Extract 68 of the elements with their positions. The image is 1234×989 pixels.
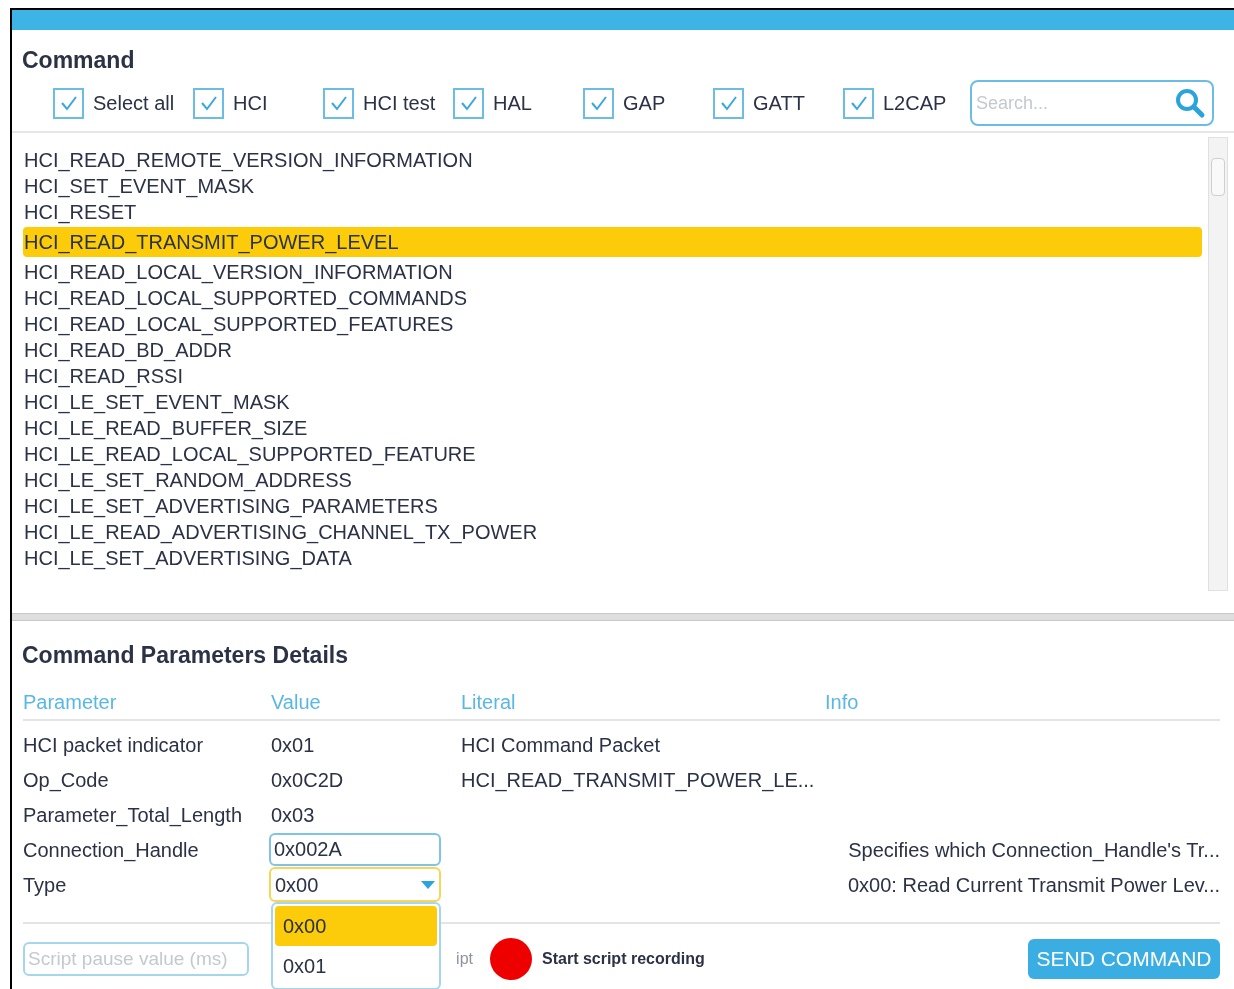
check-icon xyxy=(199,95,218,111)
value-field[interactable]: 0x002A xyxy=(269,833,441,866)
check-icon xyxy=(719,95,738,111)
parameters-title: Command Parameters Details xyxy=(22,641,349,669)
command-item[interactable]: HCI_READ_REMOTE_VERSION_INFORMATION xyxy=(23,147,1202,173)
filter-label: Select all xyxy=(93,91,175,116)
scrollbar[interactable] xyxy=(1208,137,1228,591)
parameter-value: 0x03 xyxy=(271,803,315,826)
dropdown-option[interactable]: 0x01 xyxy=(275,946,437,986)
checkbox[interactable] xyxy=(193,87,224,119)
parameter-info: Specifies which Connection_Handle's Tr... xyxy=(848,837,1220,864)
filter-label: L2CAP xyxy=(883,91,947,116)
check-icon xyxy=(329,95,348,111)
check-icon xyxy=(589,95,608,111)
checkbox[interactable] xyxy=(453,87,484,119)
filter-label: GATT xyxy=(753,91,805,116)
filter-label: HAL xyxy=(493,91,532,116)
parameter-literal: HCI_READ_TRANSMIT_POWER_LE... xyxy=(461,768,815,791)
parameter-name: Parameter_Total_Length xyxy=(23,803,243,826)
check-icon xyxy=(459,95,478,111)
command-item[interactable]: HCI_LE_SET_EVENT_MASK xyxy=(23,389,1202,415)
command-item[interactable]: HCI_SET_EVENT_MASK xyxy=(23,173,1202,199)
command-item[interactable]: HCI_READ_RSSI xyxy=(23,363,1202,389)
parameter-value: 0x0C2D xyxy=(271,768,344,791)
command-item[interactable]: HCI_LE_READ_BUFFER_SIZE xyxy=(23,415,1202,441)
command-item[interactable]: HCI_LE_SET_RANDOM_ADDRESS xyxy=(23,467,1202,493)
checkbox[interactable] xyxy=(713,87,744,119)
command-item[interactable]: HCI_READ_TRANSMIT_POWER_LEVEL xyxy=(23,227,1202,257)
column-header: Info xyxy=(825,691,859,713)
check-icon xyxy=(59,95,78,111)
command-title: Command xyxy=(22,46,136,74)
filter-label: HCI test xyxy=(363,91,436,116)
command-item[interactable]: HCI_LE_SET_ADVERTISING_PARAMETERS xyxy=(23,493,1202,519)
checkbox[interactable] xyxy=(53,87,84,119)
command-item[interactable]: HCI_READ_LOCAL_VERSION_INFORMATION xyxy=(23,259,1202,285)
parameter-name: Connection_Handle xyxy=(23,838,199,861)
command-item[interactable]: HCI_READ_BD_ADDR xyxy=(23,337,1202,363)
command-item[interactable]: HCI_LE_READ_ADVERTISING_CHANNEL_TX_POWER xyxy=(23,519,1202,545)
record-label[interactable]: Start script recording xyxy=(542,947,705,971)
parameter-info: 0x00: Read Current Transmit Power Lev... xyxy=(848,872,1220,898)
filter-label: HCI xyxy=(233,91,268,116)
search-field[interactable]: Search... xyxy=(970,80,1214,126)
pause-field[interactable]: Script pause value (ms) xyxy=(23,942,249,976)
column-header: Parameter xyxy=(23,691,117,713)
column-header: Literal xyxy=(461,691,516,713)
parameter-name: Op_Code xyxy=(23,768,109,791)
checkbox[interactable] xyxy=(323,87,354,119)
command-item[interactable]: HCI_LE_READ_LOCAL_SUPPORTED_FEATURE xyxy=(23,441,1202,467)
command-item[interactable]: HCI_READ_LOCAL_SUPPORTED_FEATURES xyxy=(23,311,1202,337)
dropdown-option[interactable]: 0x00 xyxy=(275,906,437,946)
check-icon xyxy=(849,95,868,111)
parameter-name: Type xyxy=(23,873,67,896)
parameter-name: HCI packet indicator xyxy=(23,733,204,756)
filter-label: GAP xyxy=(623,91,666,116)
search-icon xyxy=(1174,87,1206,119)
checkbox[interactable] xyxy=(583,87,614,119)
parameter-value: 0x01 xyxy=(271,733,315,756)
command-item[interactable]: HCI_LE_SET_ADVERTISING_DATA xyxy=(23,545,1202,571)
parameter-literal: HCI Command Packet xyxy=(461,733,660,756)
command-item[interactable]: HCI_RESET xyxy=(23,199,1202,225)
checkbox[interactable] xyxy=(843,87,874,119)
command-item[interactable]: HCI_READ_LOCAL_SUPPORTED_COMMANDS xyxy=(23,285,1202,311)
button-text: ipt xyxy=(456,949,473,969)
type-dropdown[interactable]: 0x00 xyxy=(269,867,441,902)
record-icon[interactable] xyxy=(490,938,532,980)
column-header: Value xyxy=(271,691,321,713)
scroll-thumb[interactable] xyxy=(1211,158,1225,196)
caret-icon xyxy=(421,880,435,889)
